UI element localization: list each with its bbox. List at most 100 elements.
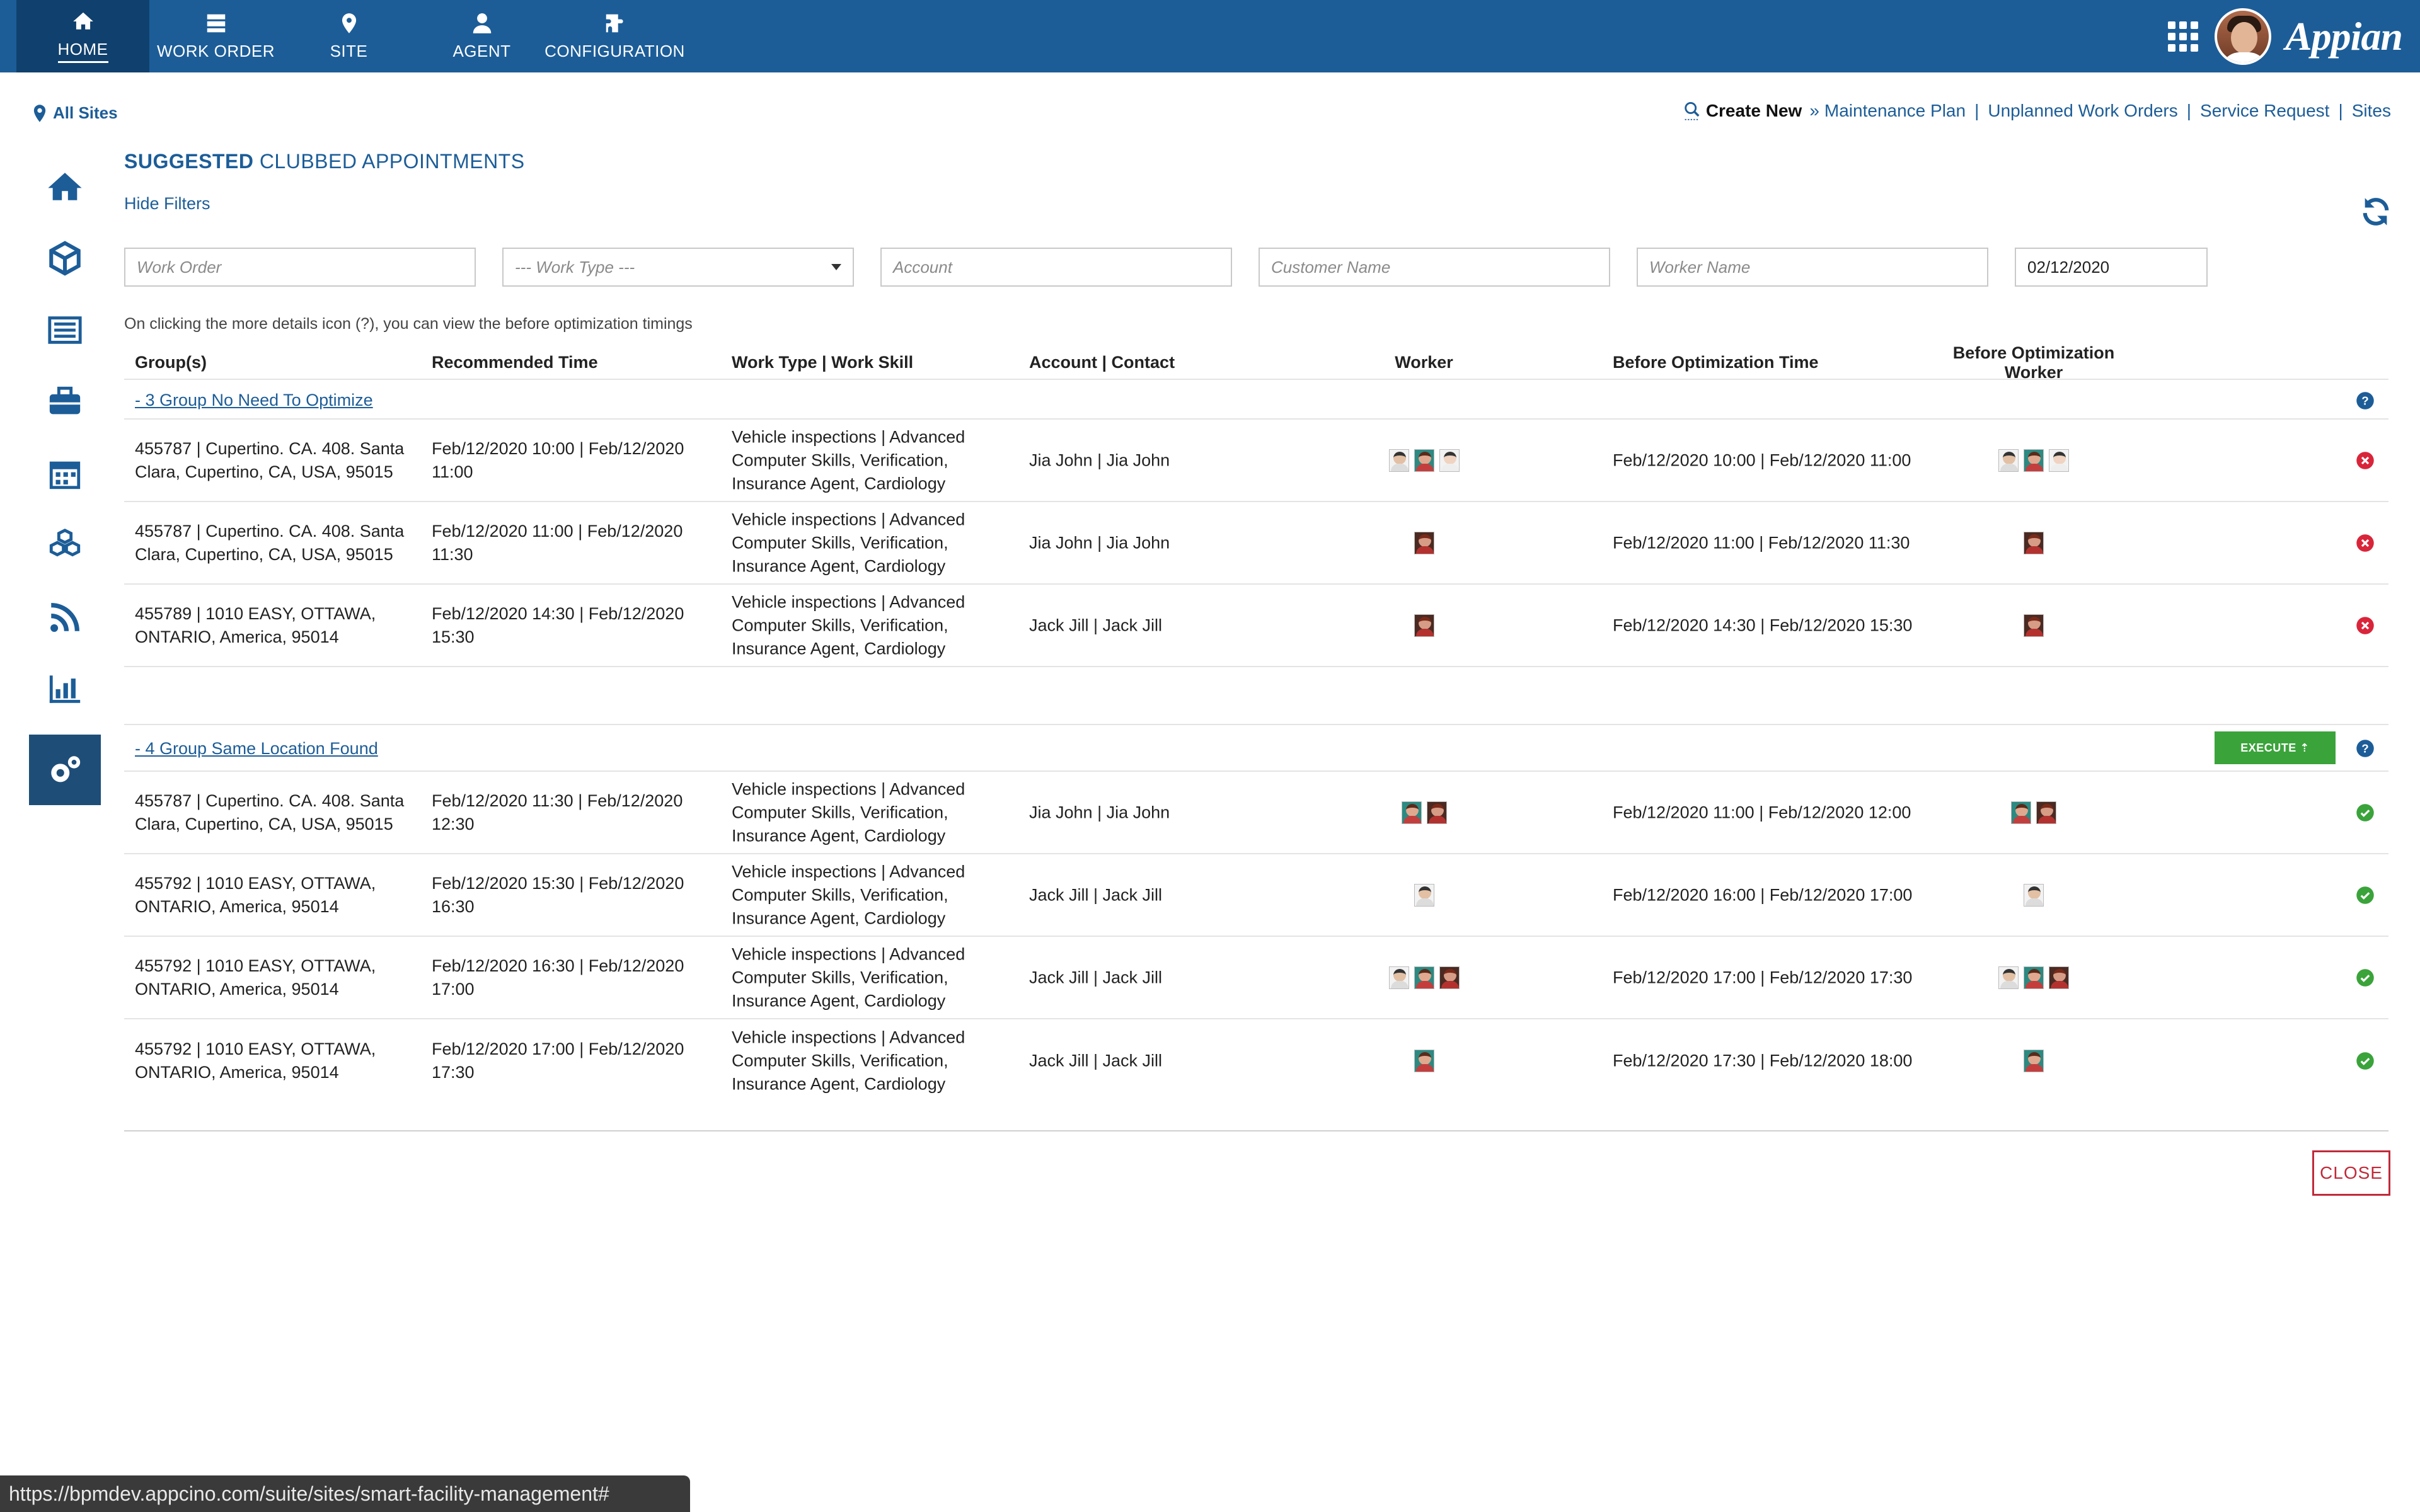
worker-avatar[interactable] bbox=[1414, 449, 1434, 472]
nav-home[interactable]: HOME bbox=[16, 0, 149, 72]
worker-avatar[interactable] bbox=[2024, 883, 2044, 907]
work-type-select[interactable]: --- Work Type --- bbox=[502, 248, 854, 287]
recommended-time-cell: Feb/12/2020 10:00 | Feb/12/2020 11:00 bbox=[432, 438, 684, 481]
recommended-time-cell: Feb/12/2020 14:30 | Feb/12/2020 15:30 bbox=[432, 604, 684, 646]
account-cell: Jia John | Jia John bbox=[1029, 533, 1170, 552]
nav-agent[interactable]: AGENT bbox=[415, 0, 548, 72]
worker-avatar[interactable] bbox=[1414, 883, 1434, 907]
date-input[interactable]: 02/12/2020 bbox=[2015, 248, 2208, 287]
worker-avatar[interactable] bbox=[1414, 966, 1434, 989]
refresh-icon[interactable] bbox=[2360, 195, 2392, 228]
link-maintenance-plan[interactable]: Maintenance Plan bbox=[1824, 101, 1966, 121]
worker-avatar[interactable] bbox=[1401, 801, 1422, 824]
before-time-cell: Feb/12/2020 17:00 | Feb/12/2020 17:30 bbox=[1613, 968, 1913, 987]
worker-avatar[interactable] bbox=[1388, 449, 1409, 472]
link-sites[interactable]: Sites bbox=[2352, 101, 2391, 121]
sidebar-item-inventory[interactable] bbox=[29, 510, 101, 581]
account-cell: Jack Jill | Jack Jill bbox=[1029, 1051, 1163, 1070]
worker-avatar[interactable] bbox=[1439, 449, 1460, 472]
sidebar-item-package[interactable] bbox=[29, 223, 101, 294]
table-row: 455787 | Cupertino. CA. 408. Santa Clara… bbox=[124, 772, 2388, 854]
worker-avatar[interactable] bbox=[2024, 614, 2044, 637]
home-icon bbox=[72, 12, 93, 30]
group-cell: 455787 | Cupertino. CA. 408. Santa Clara… bbox=[135, 521, 405, 564]
sidebar-item-settings[interactable] bbox=[29, 735, 101, 805]
nav-configuration-label: CONFIGURATION bbox=[544, 42, 685, 60]
sidebar-item-home[interactable] bbox=[29, 151, 101, 222]
link-unplanned-work-orders[interactable]: Unplanned Work Orders bbox=[1988, 101, 2177, 121]
remove-icon[interactable] bbox=[2356, 451, 2375, 470]
account-cell: Jia John | Jia John bbox=[1029, 803, 1170, 822]
worker-avatar[interactable] bbox=[2011, 801, 2031, 824]
table-row: 455789 | 1010 EASY, OTTAWA, ONTARIO, Ame… bbox=[124, 585, 2388, 667]
worker-avatar[interactable] bbox=[2024, 449, 2044, 472]
svg-text:?: ? bbox=[2361, 394, 2368, 407]
browser-status-url: https://bpmdev.appcino.com/suite/sites/s… bbox=[0, 1475, 690, 1512]
nav-configuration[interactable]: CONFIGURATION bbox=[544, 0, 684, 72]
group-spacer bbox=[124, 667, 2388, 725]
sidebar-item-calendar[interactable] bbox=[29, 438, 101, 509]
worker-avatars bbox=[1347, 883, 1501, 907]
page-title-rest: CLUBBED APPOINTMENTS bbox=[253, 150, 525, 173]
list-icon bbox=[48, 316, 82, 344]
work-type-cell: Vehicle inspections | Advanced Computer … bbox=[732, 862, 965, 927]
worker-avatar[interactable] bbox=[1998, 966, 2019, 989]
table-row: 455792 | 1010 EASY, OTTAWA, ONTARIO, Ame… bbox=[124, 937, 2388, 1019]
check-icon bbox=[2356, 886, 2374, 904]
execute-button[interactable]: EXECUTE ⇡ bbox=[2215, 731, 2336, 764]
group-cell: 455792 | 1010 EASY, OTTAWA, ONTARIO, Ame… bbox=[135, 956, 376, 999]
worker-avatar[interactable] bbox=[2036, 801, 2056, 824]
worker-avatar[interactable] bbox=[2024, 1049, 2044, 1072]
sidebar-item-list[interactable] bbox=[29, 295, 101, 365]
nav-site[interactable]: SITE bbox=[282, 0, 415, 72]
worker-avatar[interactable] bbox=[1439, 966, 1460, 989]
worker-avatar[interactable] bbox=[1414, 1049, 1434, 1072]
rss-icon bbox=[50, 603, 79, 632]
help-icon[interactable]: ? bbox=[2356, 391, 2375, 410]
worker-avatar[interactable] bbox=[2024, 531, 2044, 554]
worker-avatar[interactable] bbox=[1414, 614, 1434, 637]
group-header-row: - 4 Group Same Location Found EXECUTE ⇡ … bbox=[124, 725, 2388, 772]
nav-home-label: HOME bbox=[57, 40, 108, 63]
nav-site-label: SITE bbox=[330, 42, 368, 60]
user-avatar[interactable] bbox=[2214, 8, 2271, 65]
before-worker-avatars bbox=[1939, 801, 2128, 824]
link-service-request[interactable]: Service Request bbox=[2200, 101, 2329, 121]
worker-avatars bbox=[1347, 449, 1501, 472]
sidebar-item-reports[interactable] bbox=[29, 654, 101, 724]
worker-avatar[interactable] bbox=[1388, 966, 1409, 989]
work-type-cell: Vehicle inspections | Advanced Computer … bbox=[732, 944, 965, 1010]
group-toggle-link[interactable]: - 4 Group Same Location Found bbox=[135, 739, 378, 759]
before-worker-avatars bbox=[1939, 966, 2128, 989]
customer-name-input[interactable]: Customer Name bbox=[1259, 248, 1610, 287]
nav-work-order[interactable]: WORK ORDER bbox=[149, 0, 282, 72]
remove-icon[interactable] bbox=[2356, 534, 2375, 553]
account-input[interactable]: Account bbox=[880, 248, 1232, 287]
all-sites-label: All Sites bbox=[53, 103, 118, 122]
recommended-time-cell: Feb/12/2020 15:30 | Feb/12/2020 16:30 bbox=[432, 873, 684, 916]
sidebar-item-briefcase[interactable] bbox=[29, 367, 101, 437]
worker-avatar[interactable] bbox=[1414, 531, 1434, 554]
worker-avatar[interactable] bbox=[2049, 966, 2069, 989]
group-toggle-link[interactable]: - 3 Group No Need To Optimize bbox=[135, 391, 373, 410]
all-sites-selector[interactable]: All Sites bbox=[33, 103, 118, 123]
remove-icon[interactable] bbox=[2356, 616, 2375, 635]
nav-agent-label: AGENT bbox=[452, 42, 511, 60]
worker-avatar[interactable] bbox=[2024, 966, 2044, 989]
help-icon[interactable]: ? bbox=[2356, 739, 2375, 758]
worker-avatar[interactable] bbox=[2049, 449, 2069, 472]
worker-name-input[interactable]: Worker Name bbox=[1637, 248, 1988, 287]
check-icon bbox=[2356, 1051, 2374, 1070]
user-icon bbox=[473, 13, 491, 33]
sidebar-item-feed[interactable] bbox=[29, 582, 101, 653]
before-worker-avatars bbox=[1939, 1049, 2128, 1072]
work-type-cell: Vehicle inspections | Advanced Computer … bbox=[732, 779, 965, 845]
work-order-input[interactable]: Work Order bbox=[124, 248, 476, 287]
worker-avatar[interactable] bbox=[1998, 449, 2019, 472]
account-cell: Jack Jill | Jack Jill bbox=[1029, 616, 1163, 634]
worker-avatar[interactable] bbox=[1426, 801, 1447, 824]
check-icon bbox=[2356, 968, 2374, 987]
hide-filters-link[interactable]: Hide Filters bbox=[124, 194, 210, 214]
app-launcher-icon[interactable] bbox=[2167, 21, 2198, 52]
close-button[interactable]: CLOSE bbox=[2312, 1150, 2390, 1196]
